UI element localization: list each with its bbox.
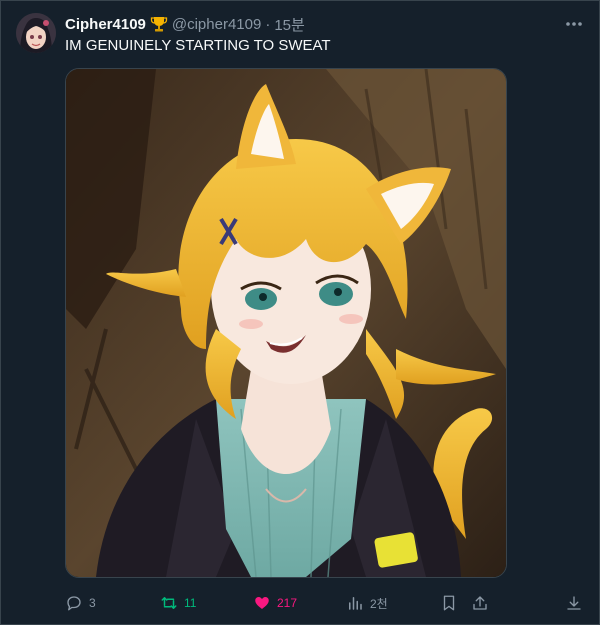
tweet-media[interactable] (65, 68, 507, 578)
display-name[interactable]: Cipher4109 (65, 16, 146, 33)
like-count: 217 (277, 596, 298, 610)
download-icon (567, 596, 581, 610)
tweet-text: IM GENUINELY STARTING TO SWEAT (65, 37, 331, 54)
tweet-header: Cipher4109 @cipher4109 · 15분 (65, 14, 305, 34)
analytics-icon (349, 597, 362, 610)
reply-count: 3 (89, 596, 96, 610)
avatar[interactable] (16, 13, 56, 53)
more-icon (566, 22, 582, 26)
heart-icon (255, 597, 269, 609)
reply-button[interactable]: 3 (65, 590, 96, 616)
trophy-icon (150, 15, 168, 33)
media-illustration (66, 69, 506, 577)
separator-dot: · (265, 15, 271, 33)
view-count: 2천 (370, 596, 388, 611)
like-button[interactable]: 217 (253, 590, 297, 616)
retweet-icon (161, 597, 177, 609)
views-button[interactable]: 2천 (346, 590, 388, 616)
avatar-image (16, 13, 56, 53)
bookmark-button[interactable] (440, 590, 458, 616)
download-button[interactable] (565, 590, 583, 616)
tweet-actions: 3 11 217 2천 (0, 590, 600, 616)
retweet-count: 11 (184, 596, 197, 610)
reply-icon (67, 596, 81, 611)
more-options-button[interactable] (562, 14, 586, 34)
timestamp[interactable]: 15분 (274, 14, 305, 35)
retweet-button[interactable]: 11 (160, 590, 196, 616)
bookmark-icon (443, 595, 455, 611)
handle[interactable]: @cipher4109 (172, 16, 261, 33)
share-button[interactable] (471, 590, 489, 616)
share-icon (473, 596, 487, 610)
